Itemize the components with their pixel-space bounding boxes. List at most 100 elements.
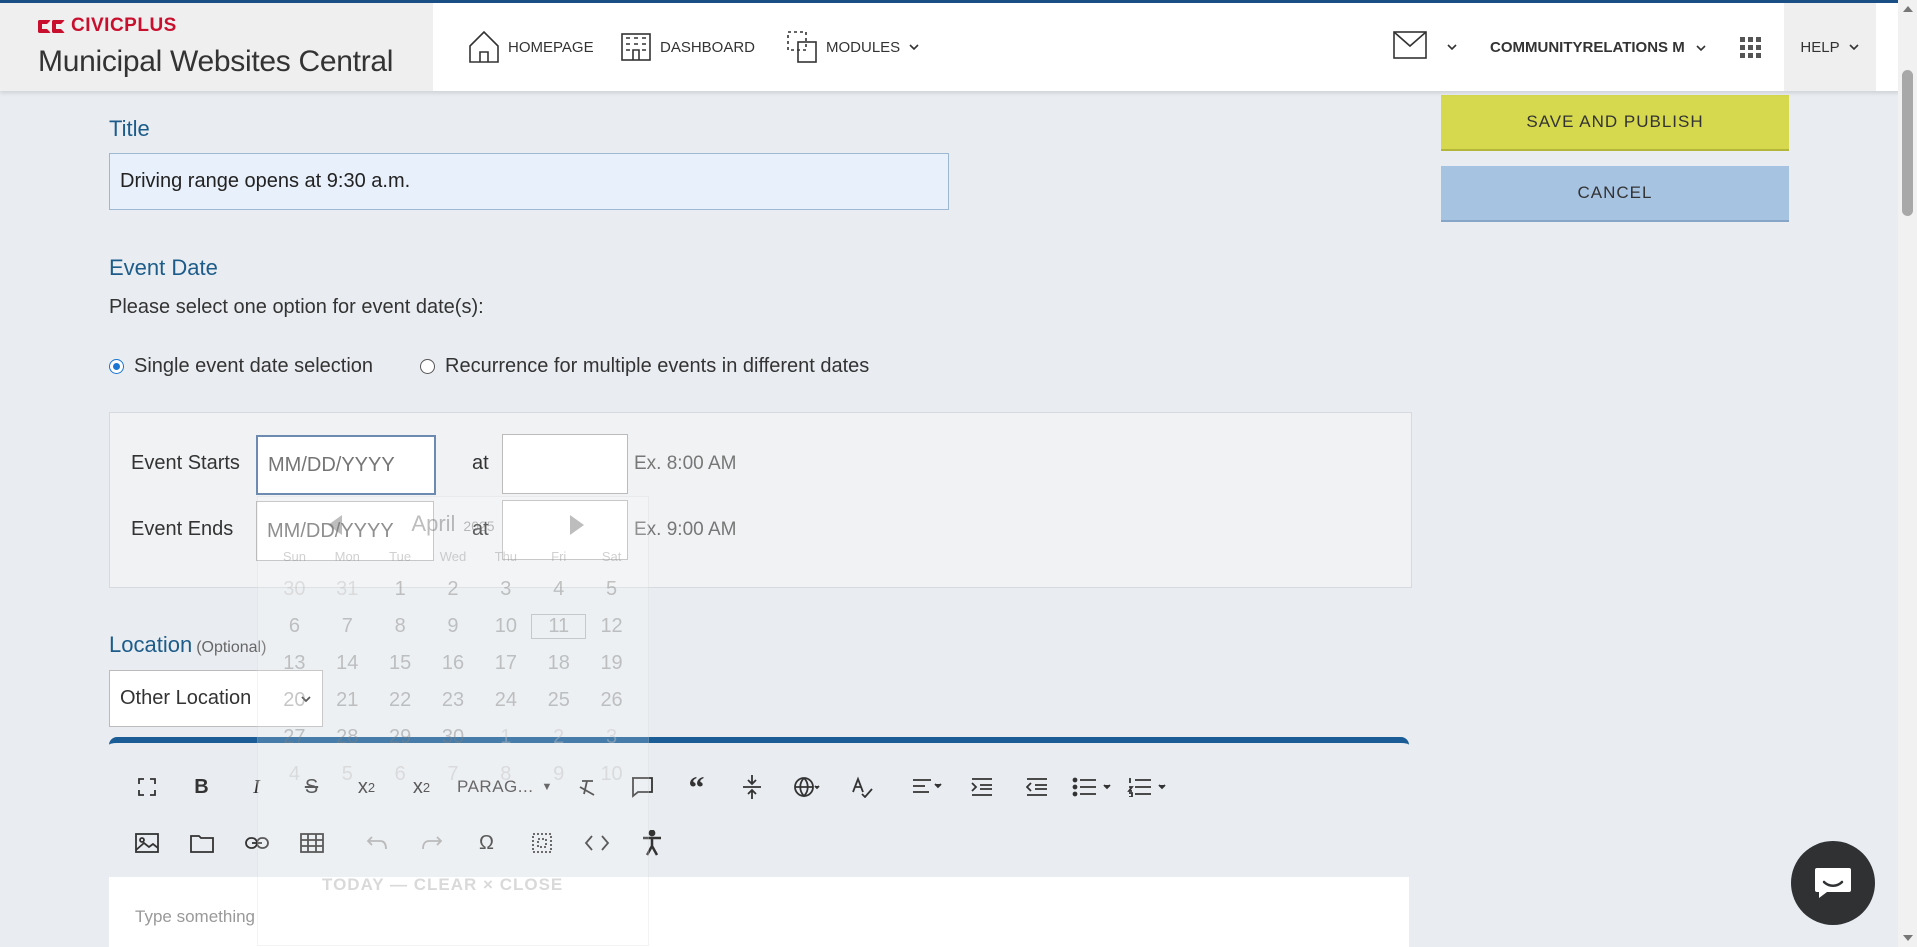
insert-image-icon[interactable] <box>119 823 174 863</box>
apps-grid-icon[interactable] <box>1740 37 1762 59</box>
datepicker-day[interactable]: 7 <box>321 615 374 638</box>
scroll-thumb[interactable] <box>1902 70 1913 216</box>
language-globe-icon[interactable] <box>779 767 834 807</box>
outdent-icon[interactable] <box>1009 767 1064 807</box>
nav-dashboard[interactable]: DASHBOARD <box>620 3 755 91</box>
datepicker-day[interactable]: 4 <box>532 578 585 601</box>
datepicker-day[interactable]: 13 <box>268 652 321 675</box>
datepicker-day[interactable]: 4 <box>268 763 321 786</box>
datepicker-day[interactable]: 17 <box>479 652 532 675</box>
save-and-publish-button[interactable]: SAVE AND PUBLISH <box>1441 95 1789 151</box>
datepicker-day[interactable]: 28 <box>321 726 374 749</box>
datepicker-day[interactable]: 24 <box>479 689 532 712</box>
datepicker-day[interactable]: 15 <box>374 652 427 675</box>
help-label: HELP <box>1800 38 1840 56</box>
datepicker-day[interactable]: 2 <box>427 578 480 601</box>
chat-launcher-button[interactable] <box>1791 841 1875 925</box>
datepicker-day[interactable]: 20 <box>268 689 321 712</box>
mail-icon[interactable] <box>1393 31 1427 59</box>
start-at-label: at <box>472 452 489 474</box>
datepicker-day[interactable]: 29 <box>374 726 427 749</box>
event-start-time-input[interactable] <box>502 434 628 494</box>
datepicker-day[interactable]: 5 <box>321 763 374 786</box>
radio-recurrence-control[interactable] <box>420 359 435 374</box>
datepicker-month: April <box>411 511 456 536</box>
scroll-up-arrow[interactable] <box>1903 6 1913 12</box>
location-label: Location (Optional) <box>109 632 266 658</box>
datepicker-dow: Sat <box>601 549 622 564</box>
radio-single-date-control[interactable] <box>109 359 124 374</box>
datepicker-day[interactable]: 10 <box>585 763 638 786</box>
datepicker-day[interactable]: 5 <box>585 578 638 601</box>
datepicker-day[interactable]: 30 <box>427 726 480 749</box>
chevron-down-icon <box>909 44 919 51</box>
numbered-list-icon[interactable] <box>1119 767 1174 807</box>
vertical-scrollbar[interactable] <box>1898 0 1917 947</box>
user-menu[interactable]: COMMUNITYRELATIONS M <box>1490 39 1707 56</box>
horizontal-line-icon[interactable] <box>724 767 779 807</box>
event-starts-label: Event Starts <box>131 452 240 474</box>
brand-area[interactable]: CIVICPLUS Municipal Websites Central <box>0 3 433 91</box>
radio-recurrence[interactable]: Recurrence for multiple events in differ… <box>420 355 869 378</box>
datepicker-day[interactable]: 8 <box>374 615 427 638</box>
datepicker-day[interactable]: 9 <box>427 615 480 638</box>
datepicker-day[interactable]: 6 <box>268 615 321 638</box>
indent-icon[interactable] <box>954 767 1009 807</box>
nav-modules-label: MODULES <box>826 38 901 56</box>
event-date-instruction: Please select one option for event date(… <box>109 296 484 318</box>
nav-modules[interactable]: MODULES <box>786 3 920 91</box>
scroll-down-arrow[interactable] <box>1903 935 1913 941</box>
event-start-date-input[interactable] <box>256 435 436 495</box>
blockquote-icon[interactable]: “ <box>669 767 724 807</box>
datepicker-day[interactable]: 25 <box>532 689 585 712</box>
top-bar: CIVICPLUS Municipal Websites Central HOM… <box>0 0 1917 91</box>
nav-dashboard-label: DASHBOARD <box>660 38 756 56</box>
datepicker-day[interactable]: 3 <box>585 726 638 749</box>
datepicker-day[interactable]: 19 <box>585 652 638 675</box>
datepicker-day[interactable]: 9 <box>532 763 585 786</box>
datepicker-day[interactable]: 18 <box>532 652 585 675</box>
datepicker-day[interactable]: 7 <box>427 763 480 786</box>
insert-file-icon[interactable] <box>174 823 229 863</box>
spellcheck-icon[interactable] <box>834 767 889 807</box>
datepicker-day[interactable]: 31 <box>321 578 374 601</box>
datepicker-day[interactable]: 10 <box>479 615 532 638</box>
title-label: Title <box>109 116 150 141</box>
datepicker-day[interactable]: 12 <box>585 615 638 638</box>
datepicker-day[interactable]: 16 <box>427 652 480 675</box>
title-input[interactable] <box>109 153 949 210</box>
radio-single-date[interactable]: Single event date selection <box>109 355 373 378</box>
datepicker-dow: Mon <box>334 549 360 564</box>
datepicker-day[interactable]: 30 <box>268 578 321 601</box>
start-time-example: Ex. 8:00 AM <box>634 453 737 474</box>
datepicker-day[interactable]: 22 <box>374 689 427 712</box>
datepicker-day[interactable]: 2 <box>532 726 585 749</box>
datepicker-day[interactable]: 21 <box>321 689 374 712</box>
datepicker-day[interactable]: 14 <box>321 652 374 675</box>
datepicker-footer[interactable]: TODAY — CLEAR × CLOSE <box>322 875 563 895</box>
cancel-button[interactable]: CANCEL <box>1441 166 1789 222</box>
datepicker-day[interactable]: 27 <box>268 726 321 749</box>
datepicker-day[interactable]: 3 <box>479 578 532 601</box>
fullscreen-icon[interactable] <box>119 767 174 807</box>
location-select-value: Other Location <box>120 687 252 709</box>
datepicker-day[interactable]: 1 <box>374 578 427 601</box>
end-time-example: Ex. 9:00 AM <box>634 519 737 540</box>
dashboard-icon <box>621 33 651 61</box>
nav-homepage[interactable]: HOMEPAGE <box>468 3 594 91</box>
mail-chevron-down-icon[interactable] <box>1446 41 1458 53</box>
datepicker-popup[interactable]: April 2025 Sun Mon Tue Wed Thu Fri Sat 30 31 1 2 3 4 5… <box>257 496 649 946</box>
datepicker-day[interactable]: 1 <box>479 726 532 749</box>
bold-icon[interactable]: B <box>174 767 229 807</box>
datepicker-day[interactable]: 11 <box>531 614 587 639</box>
datepicker-grid: Sun Mon Tue Wed Thu Fri Sat 30 31 1 2 3 4 5 6 7 8 9 10 11 12… <box>268 549 638 786</box>
help-menu[interactable]: HELP <box>1784 3 1876 91</box>
datepicker-day[interactable]: 8 <box>479 763 532 786</box>
align-icon[interactable] <box>899 767 954 807</box>
datepicker-day[interactable]: 23 <box>427 689 480 712</box>
bulleted-list-icon[interactable] <box>1064 767 1119 807</box>
datepicker-day[interactable]: 6 <box>374 763 427 786</box>
datepicker-next-arrow[interactable] <box>570 515 584 535</box>
datepicker-year: 2025 <box>463 518 495 534</box>
datepicker-day[interactable]: 26 <box>585 689 638 712</box>
